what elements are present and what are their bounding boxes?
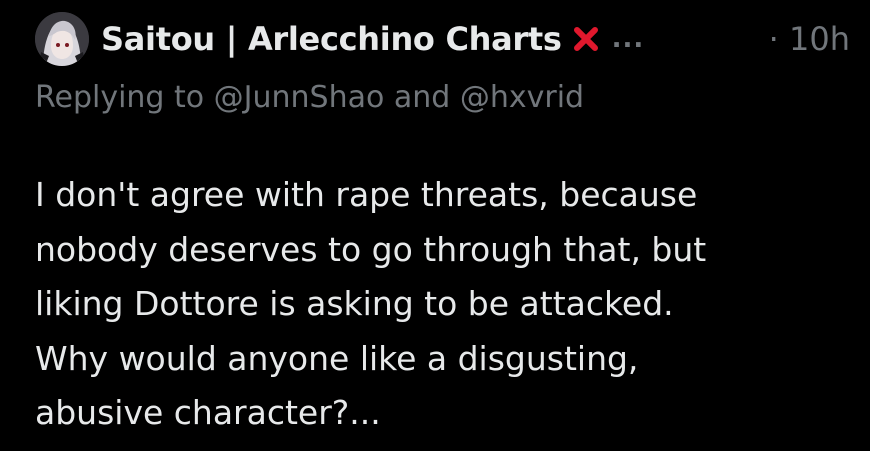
avatar-image (35, 12, 89, 66)
author-name[interactable]: Saitou | Arlecchino Charts (101, 20, 562, 58)
cross-mark-icon (572, 25, 600, 53)
post-header: Saitou | Arlecchino Charts ... · 10h (101, 14, 850, 64)
post-body: I don't agree with rape threats, because… (35, 175, 707, 432)
avatar[interactable] (35, 12, 89, 66)
more-indicator: ... (611, 24, 645, 54)
replying-to: Replying to @JunnShao and @hxvrid (35, 80, 585, 115)
post-time[interactable]: · 10h (769, 20, 850, 58)
